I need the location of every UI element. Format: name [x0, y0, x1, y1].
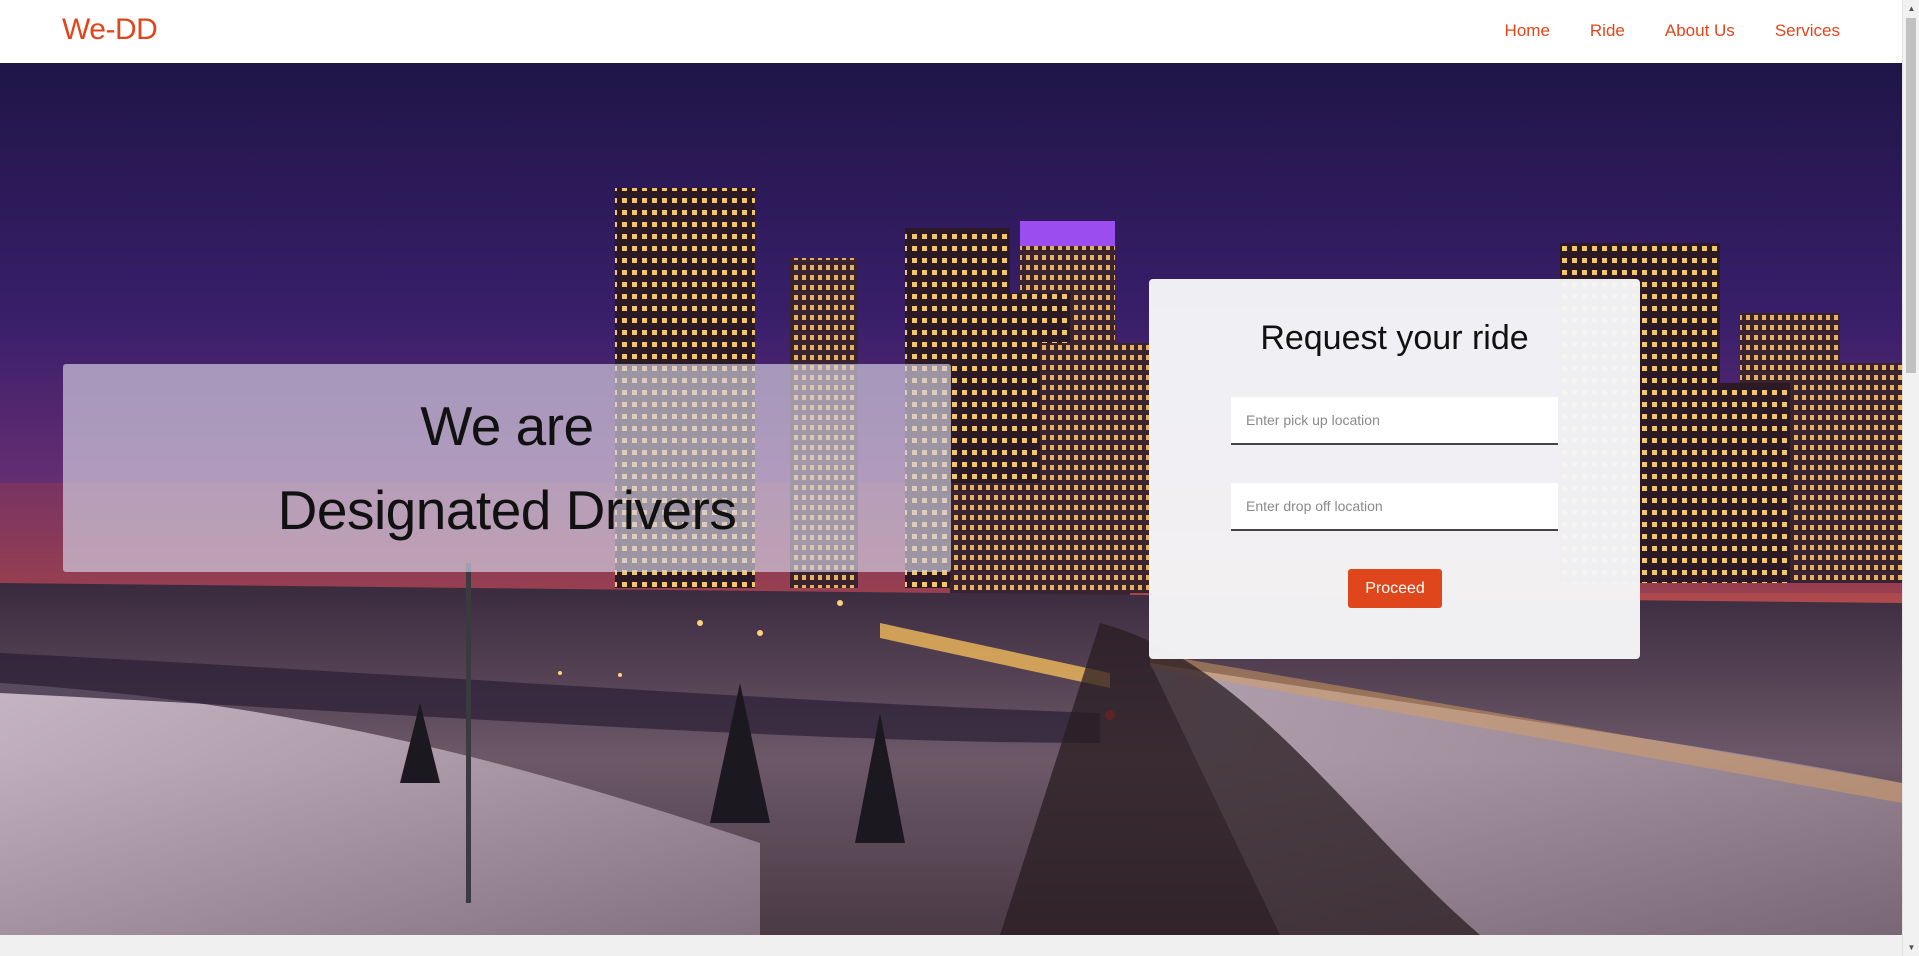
nav-link-about-us[interactable]: About Us [1665, 21, 1735, 41]
nav-links: Home Ride About Us Services [1505, 21, 1840, 41]
vertical-scrollbar[interactable]: ▲ ▼ [1902, 0, 1919, 956]
scrollbar-thumb[interactable] [1906, 18, 1916, 373]
hero-section: We are Designated Drivers Request your r… [0, 63, 1902, 935]
ride-request-card: Request your ride Proceed [1149, 279, 1640, 659]
navbar: We-DD Home Ride About Us Services [0, 0, 1902, 63]
nav-link-home[interactable]: Home [1505, 21, 1550, 41]
proceed-button[interactable]: Proceed [1348, 569, 1442, 608]
brand-logo[interactable]: We-DD [62, 13, 158, 47]
page-bottom-strip [0, 935, 1902, 956]
triangle-up-icon[interactable]: ▲ [1903, 0, 1919, 17]
ride-request-title: Request your ride [1260, 319, 1529, 357]
pickup-location-input[interactable] [1231, 397, 1558, 445]
headline-panel: We are Designated Drivers [63, 364, 951, 572]
headline-line-1: We are [420, 395, 594, 457]
nav-link-ride[interactable]: Ride [1590, 21, 1625, 41]
page: We-DD Home Ride About Us Services We are… [0, 0, 1902, 956]
headline-line-2: Designated Drivers [277, 479, 737, 541]
dropoff-location-input[interactable] [1231, 483, 1558, 531]
triangle-down-icon[interactable]: ▼ [1903, 939, 1919, 956]
nav-link-services[interactable]: Services [1775, 21, 1840, 41]
